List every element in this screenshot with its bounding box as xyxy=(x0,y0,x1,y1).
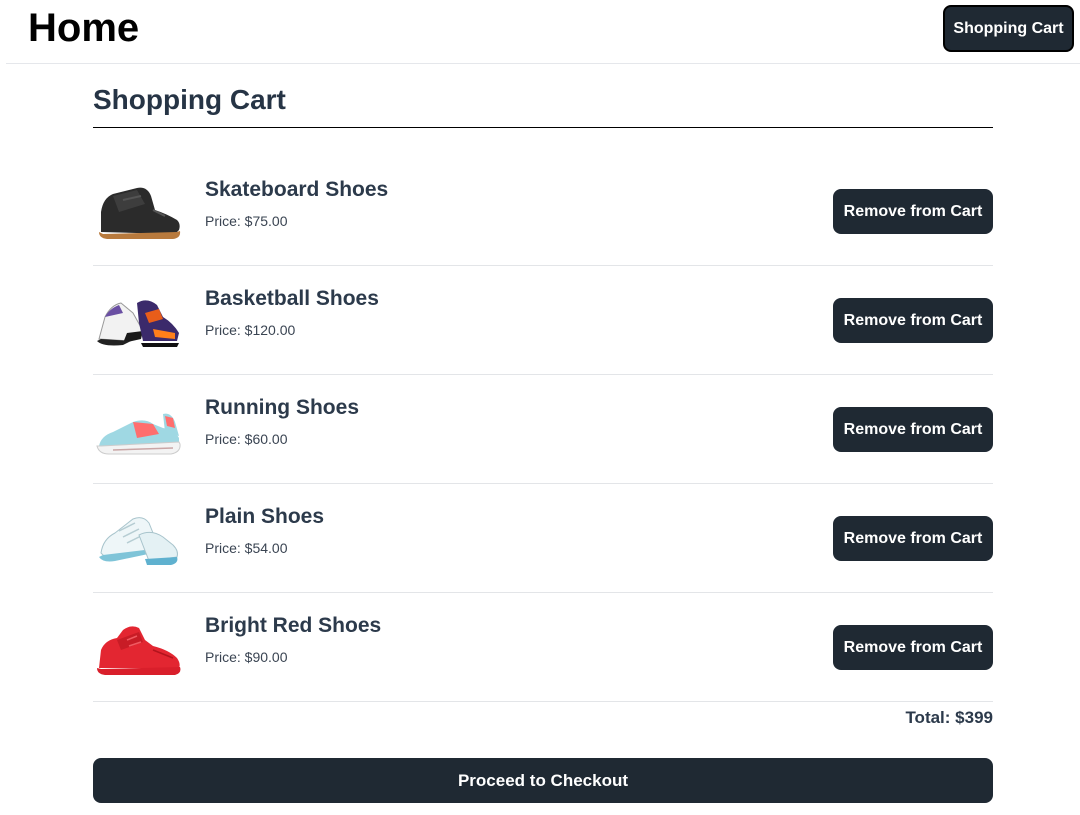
cart-section: Shopping Cart Skateboard Shoes Price: $7… xyxy=(93,64,993,803)
remove-from-cart-button[interactable]: Remove from Cart xyxy=(833,625,993,670)
item-price: Price: $120.00 xyxy=(205,322,296,338)
cart-item: Basketball Shoes Price: $120.00 Remove f… xyxy=(93,266,993,375)
item-name: Skateboard Shoes xyxy=(205,178,389,201)
cart-total: Total: $399 xyxy=(905,708,993,727)
proceed-to-checkout-button[interactable]: Proceed to Checkout xyxy=(93,758,993,803)
remove-from-cart-button[interactable]: Remove from Cart xyxy=(833,298,993,343)
cart-items-list: Skateboard Shoes Price: $75.00 Remove fr… xyxy=(93,157,993,702)
item-name: Running Shoes xyxy=(205,396,359,419)
item-price: Price: $60.00 xyxy=(205,431,288,447)
cart-item: Bright Red Shoes Price: $90.00 Remove fr… xyxy=(93,593,993,702)
item-name: Basketball Shoes xyxy=(205,287,379,310)
shopping-cart-button[interactable]: Shopping Cart xyxy=(943,5,1074,52)
item-price: Price: $90.00 xyxy=(205,649,288,665)
page-title: Home xyxy=(28,6,140,50)
item-price: Price: $54.00 xyxy=(205,540,288,556)
remove-from-cart-button[interactable]: Remove from Cart xyxy=(833,407,993,452)
red-shoe-image xyxy=(97,626,181,675)
plain-shoe-image xyxy=(99,517,178,565)
cart-item: Skateboard Shoes Price: $75.00 Remove fr… xyxy=(93,157,993,266)
remove-from-cart-button[interactable]: Remove from Cart xyxy=(833,189,993,234)
item-name: Plain Shoes xyxy=(205,505,325,528)
cart-item: Plain Shoes Price: $54.00 Remove from Ca… xyxy=(93,484,993,593)
remove-from-cart-button[interactable]: Remove from Cart xyxy=(833,516,993,561)
skateboard-shoe-image xyxy=(99,187,181,239)
cart-item: Running Shoes Price: $60.00 Remove from … xyxy=(93,375,993,484)
cart-heading: Shopping Cart xyxy=(93,64,993,128)
item-name: Bright Red Shoes xyxy=(205,614,382,637)
top-bar: Home Shopping Cart xyxy=(6,0,1080,64)
item-price: Price: $75.00 xyxy=(205,213,288,229)
basketball-shoe-image xyxy=(97,300,179,347)
running-shoe-image xyxy=(96,413,181,455)
